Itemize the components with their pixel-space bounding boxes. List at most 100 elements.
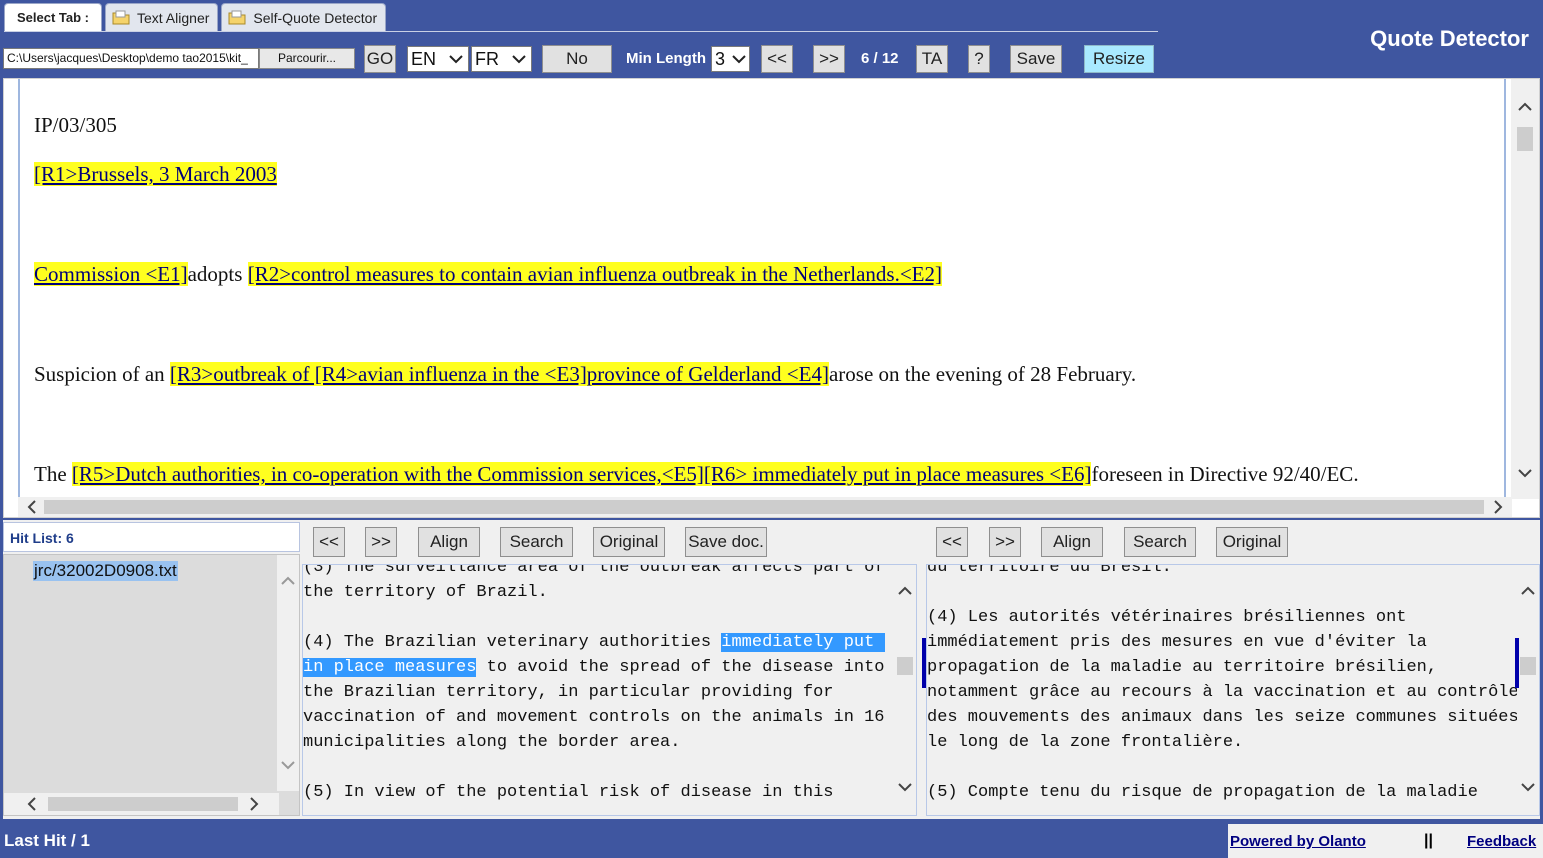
next-hit-button[interactable]: >>: [813, 45, 845, 73]
source-text-line: in place measures to avoid the spread of…: [303, 658, 885, 677]
tab-text-aligner[interactable]: Text Aligner: [105, 3, 219, 31]
previous-hit-button[interactable]: <<: [761, 45, 793, 73]
source-text-line: (4) The Brazilian veterinary authorities…: [303, 633, 885, 652]
document-line: [R1>Brussels, 3 March 2003: [34, 162, 277, 187]
chevron-down-icon: [511, 49, 527, 69]
min-length-label: Min Length: [626, 50, 706, 67]
min-length-select[interactable]: 3: [711, 46, 750, 72]
source-next-button[interactable]: >>: [365, 527, 397, 557]
resize-button[interactable]: Resize: [1084, 45, 1154, 73]
target-search-button[interactable]: Search: [1124, 527, 1196, 557]
hit-list-item[interactable]: jrc/32002D0908.txt: [33, 561, 178, 581]
document-horizontal-scrollbar[interactable]: [18, 497, 1512, 517]
source-language-value: EN: [411, 49, 437, 69]
scroll-thumb[interactable]: [897, 657, 913, 675]
browse-button[interactable]: Parcourir...: [259, 48, 355, 69]
scroll-up-icon[interactable]: [1520, 583, 1536, 599]
target-original-button[interactable]: Original: [1216, 527, 1288, 557]
target-vertical-scrollbar[interactable]: [1517, 565, 1539, 815]
no-color-button[interactable]: No Col.: [542, 45, 612, 94]
scroll-right-icon[interactable]: [246, 796, 262, 812]
app-header: Select Tab : Text Aligner Self-Quote Det…: [0, 0, 1543, 94]
file-path-input[interactable]: C:\Users\jacques\Desktop\demo tao2015\ki…: [3, 48, 259, 69]
plain-text: arose on the evening of 28 February.: [828, 362, 1137, 386]
quote-highlight[interactable]: [R1>Brussels, 3 March 2003: [34, 162, 277, 186]
folder-icon: [112, 10, 130, 25]
hit-list-horizontal-scrollbar[interactable]: [4, 793, 279, 815]
target-text-line: immédiatement pris des mesures en vue d'…: [927, 633, 1427, 652]
document-pane: IP/03/305 [R1>Brussels, 3 March 2003 Com…: [3, 78, 1540, 518]
target-text-line: propagation de la maladie au territoire …: [927, 658, 1438, 677]
scroll-up-icon[interactable]: [280, 573, 296, 589]
hit-list-vertical-scrollbar[interactable]: [277, 555, 299, 791]
target-text-line: le long de la zone frontalière.: [927, 733, 1244, 752]
document-vertical-scrollbar[interactable]: [1511, 79, 1539, 499]
help-button[interactable]: ?: [968, 45, 990, 73]
source-prev-button[interactable]: <<: [313, 527, 345, 557]
quote-highlight[interactable]: Commission <E1]: [34, 262, 188, 286]
document-line: The [R5>Dutch authorities, in co-operati…: [34, 462, 1359, 487]
quote-highlight[interactable]: [R5>Dutch authorities, in co-operation w…: [71, 462, 1092, 486]
target-text-line: (4) Les autorités vétérinaires brésilien…: [927, 608, 1407, 627]
plain-text: to avoid the spread of the disease into: [476, 658, 885, 677]
source-align-button[interactable]: Align: [418, 527, 480, 557]
target-text-line: des mouvements des animaux dans les seiz…: [927, 708, 1519, 727]
scroll-thumb[interactable]: [48, 797, 238, 811]
scroll-right-icon[interactable]: [1490, 499, 1506, 515]
scroll-thumb[interactable]: [1520, 657, 1536, 675]
powered-by-link[interactable]: Powered by Olanto: [1230, 833, 1366, 850]
plain-text: Suspicion of an: [34, 362, 170, 386]
last-hit-status: Last Hit / 1: [4, 831, 90, 850]
target-text-line: (5) Compte tenu du risque de propagation…: [927, 783, 1478, 802]
scroll-up-icon[interactable]: [1517, 99, 1533, 115]
feedback-link[interactable]: Feedback: [1467, 833, 1536, 850]
target-text-line: du territoire du Brésil.: [927, 564, 1172, 577]
scroll-down-icon[interactable]: [1520, 779, 1536, 795]
save-button[interactable]: Save: [1010, 45, 1062, 73]
select-tab-label: Select Tab :: [4, 3, 103, 31]
selected-text: immediately put: [721, 633, 885, 652]
scroll-down-icon[interactable]: [280, 757, 296, 773]
save-doc-button[interactable]: Save doc.: [685, 527, 767, 557]
scroll-left-icon[interactable]: [24, 499, 40, 515]
alignment-marker-right: [1515, 638, 1519, 688]
document-heading: IP/03/305: [34, 113, 117, 137]
source-vertical-scrollbar[interactable]: [894, 565, 916, 815]
ta-button[interactable]: TA: [916, 45, 948, 73]
page-counter: 6 / 12: [861, 50, 899, 67]
target-prev-button[interactable]: <<: [936, 527, 968, 557]
source-text-line: vaccination of and movement controls on …: [303, 708, 885, 727]
selected-text: in place measures: [303, 658, 477, 677]
go-button[interactable]: GO: [364, 45, 396, 73]
tab-bar: Select Tab : Text Aligner Self-Quote Det…: [4, 3, 387, 33]
target-language-select[interactable]: FR: [471, 46, 532, 72]
document-line: Suspicion of an [R3>outbreak of [R4>avia…: [34, 362, 1136, 387]
footer-separator: ||: [1424, 832, 1433, 849]
source-original-button[interactable]: Original: [593, 527, 665, 557]
source-text-line: the territory of Brazil.: [303, 583, 548, 602]
source-text-pane[interactable]: (3) The surveillance area of the outbrea…: [302, 564, 917, 816]
quote-highlight[interactable]: [R2>control measures to contain avian in…: [247, 262, 942, 286]
scroll-thumb[interactable]: [1517, 127, 1533, 151]
tab-label: Text Aligner: [137, 9, 210, 26]
target-next-button[interactable]: >>: [989, 527, 1021, 557]
scroll-thumb[interactable]: [44, 500, 1484, 514]
scroll-down-icon[interactable]: [897, 779, 913, 795]
document-line: Commission <E1]adopts [R2>control measur…: [34, 262, 942, 287]
source-text-line: (5) In view of the potential risk of dis…: [303, 783, 834, 802]
target-text-line: notamment grâce au recours à la vaccinat…: [927, 683, 1519, 702]
scroll-left-icon[interactable]: [24, 796, 40, 812]
scroll-up-icon[interactable]: [897, 583, 913, 599]
status-bar: Last Hit / 1 Powered by Olanto || Feedba…: [0, 820, 1543, 858]
source-language-select[interactable]: EN: [407, 46, 469, 72]
scroll-down-icon[interactable]: [1517, 465, 1533, 481]
chevron-down-icon: [731, 49, 747, 69]
tab-divider: [4, 31, 1158, 32]
quote-highlight[interactable]: [R3>outbreak of [R4>avian influenza in t…: [169, 362, 829, 386]
target-text-pane[interactable]: du territoire du Brésil. (4) Les autorit…: [926, 564, 1540, 816]
source-search-button[interactable]: Search: [500, 527, 573, 557]
min-length-value: 3: [715, 49, 726, 69]
target-align-button[interactable]: Align: [1041, 527, 1103, 557]
plain-text: adopts: [187, 262, 248, 286]
tab-self-quote-detector[interactable]: Self-Quote Detector: [221, 3, 387, 31]
